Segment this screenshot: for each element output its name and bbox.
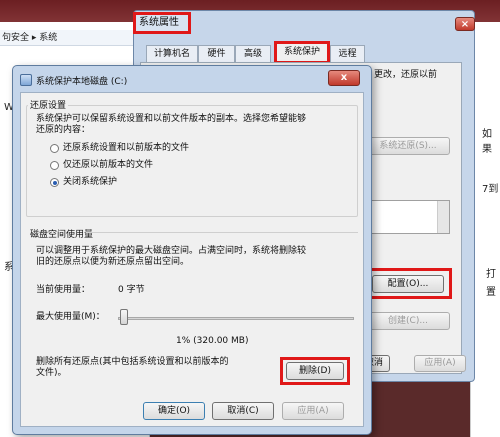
tab-hardware[interactable]: 硬件: [198, 45, 235, 62]
drive-list-scrollbar[interactable]: [437, 201, 449, 233]
restore-option-radio[interactable]: [50, 144, 59, 153]
apply-button[interactable]: 应用(A): [414, 355, 466, 372]
tab-computer-name[interactable]: 计算机名: [146, 45, 198, 62]
background-text-fragment: 打: [486, 269, 496, 280]
system-restore-button[interactable]: 系统还原(S)...: [366, 137, 450, 155]
dialog-title: 系统保护本地磁盘 (C:): [36, 77, 128, 87]
delete-button[interactable]: 删除(D): [286, 362, 344, 380]
protection-description: 更改，还原以前: [374, 70, 438, 80]
restore-option-radio[interactable]: [50, 178, 59, 187]
ok-button[interactable]: 确定(O): [143, 402, 205, 420]
apply-button[interactable]: 应用(A): [282, 402, 344, 420]
restore-settings-desc: 还原的内容：: [36, 125, 91, 135]
max-usage-slider-thumb[interactable]: [120, 309, 129, 325]
delete-description: 文件)。: [36, 368, 67, 378]
close-icon[interactable]: x: [328, 70, 360, 86]
restore-settings-desc: 系统保护可以保留系统设置和以前文件版本的副本。选择您希望能够: [36, 114, 307, 124]
disk-space-heading: 磁盘空间使用量: [28, 227, 96, 240]
current-usage-label: 当前使用量：: [36, 285, 91, 295]
create-button[interactable]: 创建(C)...: [366, 312, 450, 330]
background-text-fragment: 如果: [482, 129, 492, 155]
restore-option-label[interactable]: 关闭系统保护: [63, 177, 117, 188]
system-properties-title: 系统属性: [133, 12, 191, 34]
background-text-fragment: 7到: [482, 184, 499, 195]
divider: [86, 232, 358, 233]
close-icon[interactable]: ×: [455, 17, 475, 31]
background-text-fragment: 置: [486, 287, 496, 298]
configure-button[interactable]: 配置(O)...: [372, 275, 444, 293]
restore-option-radio[interactable]: [50, 161, 59, 170]
max-usage-label: 最大使用量(M)：: [36, 312, 105, 322]
disk-space-desc: 旧的还原点以便为新还原点留出空间。: [36, 257, 190, 267]
disk-space-desc: 可以调整用于系统保护的最大磁盘空间。占满空间时，系统将删除较: [36, 246, 307, 256]
tab-system-protection[interactable]: 系统保护: [274, 41, 330, 64]
current-usage-value: 0 字节: [118, 285, 145, 295]
tab-remote[interactable]: 远程: [330, 45, 365, 62]
max-usage-value: 1% (320.00 MB): [176, 336, 249, 346]
restore-settings-heading: 还原设置: [28, 98, 69, 111]
max-usage-slider-track[interactable]: [118, 317, 354, 320]
delete-description: 删除所有还原点(其中包括系统设置和以前版本的: [36, 357, 229, 367]
restore-option-label[interactable]: 仅还原以前版本的文件: [63, 160, 153, 171]
address-bar[interactable]: 句安全 ▸ 系统: [0, 30, 150, 46]
restore-option-label[interactable]: 还原系统设置和以前版本的文件: [63, 143, 189, 154]
system-icon: [20, 74, 32, 86]
tab-advanced[interactable]: 高级: [235, 45, 271, 62]
cancel-button[interactable]: 取消(C): [212, 402, 274, 420]
